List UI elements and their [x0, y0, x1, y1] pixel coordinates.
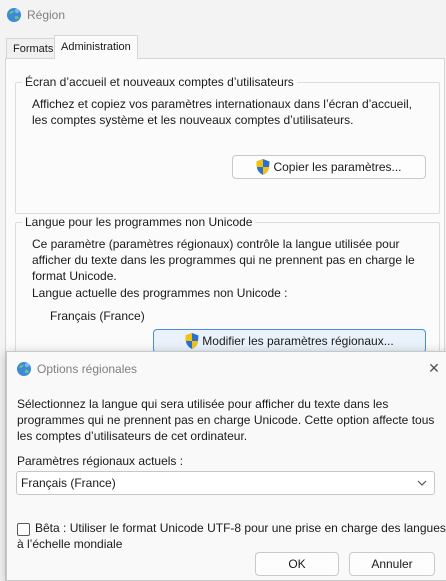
- copy-settings-button[interactable]: Copier les paramètres...: [232, 155, 426, 179]
- change-system-locale-label: Modifier les paramètres régionaux...: [202, 334, 394, 348]
- welcome-description-line2: les comptes système et les nouveaux comp…: [32, 113, 354, 127]
- tab-formats[interactable]: Formats: [6, 38, 61, 58]
- title-bar: Région: [0, 0, 446, 30]
- globe-icon: [7, 8, 21, 22]
- uac-shield-icon: [256, 159, 270, 175]
- unicode-description-line3: format Unicode.: [32, 269, 117, 283]
- welcome-group-title: Écran d’accueil et nouveaux comptes d’ut…: [22, 75, 297, 89]
- ok-button[interactable]: OK: [255, 552, 339, 576]
- chevron-down-icon: [417, 480, 427, 486]
- dialog-description-line2: programmes qui ne prennent pas en charge…: [17, 413, 435, 427]
- change-system-locale-button[interactable]: Modifier les paramètres régionaux...: [153, 329, 426, 353]
- unicode-description-line1: Ce paramètre (paramètres régionaux) cont…: [32, 237, 400, 251]
- locale-label: Paramètres régionaux actuels :: [17, 454, 184, 468]
- cancel-button[interactable]: Annuler: [349, 552, 435, 576]
- locale-select[interactable]: Français (France): [16, 471, 435, 495]
- beta-utf8-label-line1: Bêta : Utiliser le format Unicode UTF-8 …: [35, 521, 446, 535]
- current-language-label: Langue actuelle des programmes non Unico…: [32, 286, 288, 300]
- dialog-description-line1: Sélectionnez la langue qui sera utilisée…: [17, 397, 389, 411]
- unicode-description-line2: afficher du texte dans les programmes qu…: [32, 253, 415, 267]
- unicode-group-title: Langue pour les programmes non Unicode: [22, 215, 256, 229]
- uac-shield-icon: [185, 333, 199, 349]
- globe-icon: [17, 362, 31, 376]
- window-title: Région: [27, 8, 66, 22]
- current-language-value: Français (France): [50, 309, 145, 323]
- welcome-description-line1: Affichez et copiez vos paramètres intern…: [32, 97, 412, 111]
- close-icon[interactable]: ✕: [425, 359, 443, 377]
- beta-utf8-checkbox[interactable]: [17, 523, 30, 536]
- beta-utf8-label-line2: à l’échelle mondiale: [17, 537, 123, 551]
- locale-selected-value: Français (France): [21, 476, 116, 490]
- tab-administration[interactable]: Administration: [54, 35, 138, 59]
- dialog-title: Options régionales: [37, 362, 138, 376]
- regional-options-dialog: Options régionales ✕ Sélectionnez la lan…: [6, 351, 446, 581]
- dialog-description-line3: les comptes d’utilisateurs de cet ordina…: [17, 429, 248, 443]
- copy-settings-label: Copier les paramètres...: [273, 160, 402, 174]
